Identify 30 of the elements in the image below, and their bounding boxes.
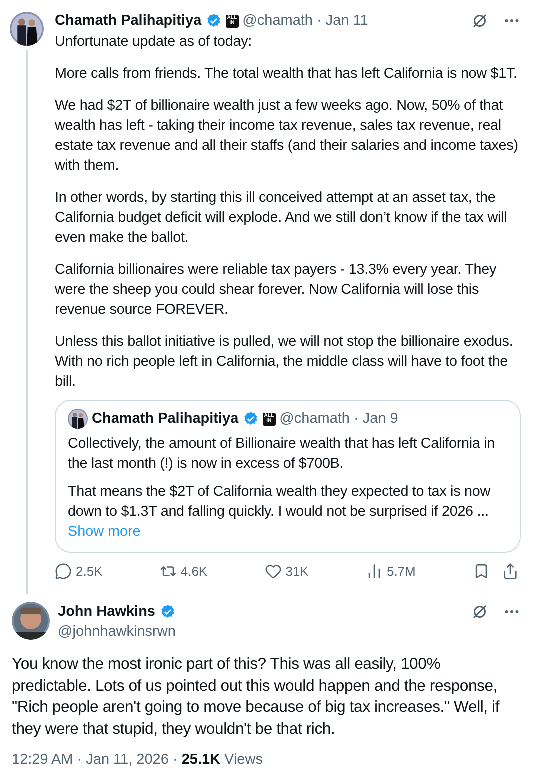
share-button[interactable] — [502, 563, 519, 580]
author-handle[interactable]: @chamath · Jan 9 — [280, 411, 398, 427]
share-icon — [502, 563, 519, 580]
quoted-post-card[interactable] — [55, 400, 521, 553]
quote-paragraph: Collectively, the amount of Billionaire wealth that has left California in the last month (!) is now in excess of $700B. — [68, 435, 496, 474]
reply-text: You know the most ironic part of this? This was all easily, 100% predictable. Lots of us pointed out this would happen and the response, "Rich people aren't going to move because of big tax increases." Well, if they were that stupid, they wouldn't be that rich. — [12, 655, 501, 740]
repost-button[interactable]: 4.6K — [160, 563, 208, 580]
like-icon — [264, 563, 282, 580]
author-handle[interactable]: @chamath · Jan 11 — [242, 13, 368, 29]
like-button[interactable]: 31K — [264, 563, 309, 580]
post-paragraph: In other words, by starting this ill conceived attempt at an asset tax, the California budget deficit will explode. And we still don’t know if the tax will even make the ballot. — [55, 189, 508, 248]
author-name[interactable]: Chamath Palihapitiya — [55, 13, 202, 29]
post-paragraph: More calls from friends. The total wealth that has left California is now $1T. — [55, 65, 518, 84]
post-paragraph: California billionaires were reliable tax payers - 13.3% every year. They were the sheep you could shear forever. Now California will lose this revenue source FOREVER. — [55, 261, 498, 320]
author-name[interactable]: Chamath Palihapitiya — [92, 411, 239, 427]
post-paragraph: Unless this ballot initiative is pulled, we will not stop the billionaire exodus. With no rich people left in California, the middle class will have to foot the bill. — [55, 333, 514, 392]
author-name[interactable]: John Hawkins — [58, 604, 156, 620]
views-button[interactable]: 5.7M — [366, 563, 416, 580]
verified-badge-icon — [160, 604, 176, 620]
post-paragraph: Unfortunate update as of today: — [55, 33, 253, 52]
verified-badge-icon — [206, 13, 222, 29]
quote-paragraph: That means the $2T of California wealth they expected to tax is now down to $1.3T and falling quickly. I would not be surprised if 2026 ... — [68, 483, 492, 522]
slashed-circle-icon[interactable] — [471, 12, 489, 30]
post-timestamp: 12:29 AM · Jan 11, 2026 · 25.1K Views — [12, 752, 264, 768]
reply-icon — [55, 563, 72, 580]
verified-badge-icon — [242, 411, 259, 427]
author-handle[interactable]: @johnhawkinsrwn — [58, 624, 521, 640]
post-paragraph: We had $2T of billionaire wealth just a few weeks ago. Now, 50% of that wealth has left - taking their income tax revenue, sales tax revenue, real estate tax revenue and all their staffs (and their salaries and income taxes) with them. — [55, 97, 520, 176]
slashed-circle-icon[interactable] — [471, 602, 489, 620]
reply-button[interactable]: 2.5K — [55, 563, 103, 580]
